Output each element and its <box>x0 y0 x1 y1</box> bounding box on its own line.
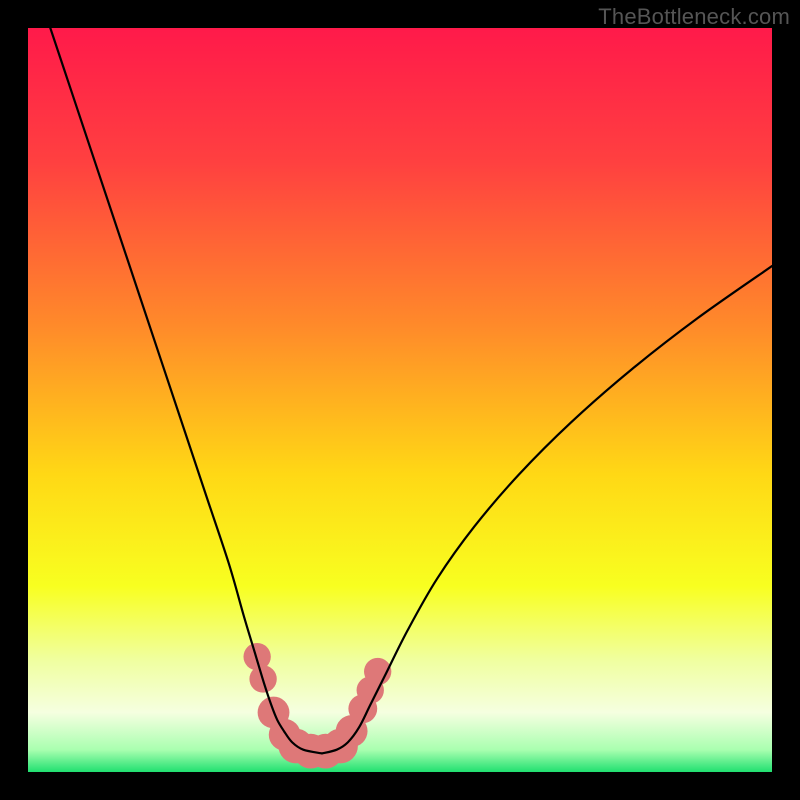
outer-frame: TheBottleneck.com <box>0 0 800 800</box>
chart-svg <box>28 28 772 772</box>
plot-area <box>28 28 772 772</box>
gradient-background <box>28 28 772 772</box>
watermark-text: TheBottleneck.com <box>598 4 790 30</box>
